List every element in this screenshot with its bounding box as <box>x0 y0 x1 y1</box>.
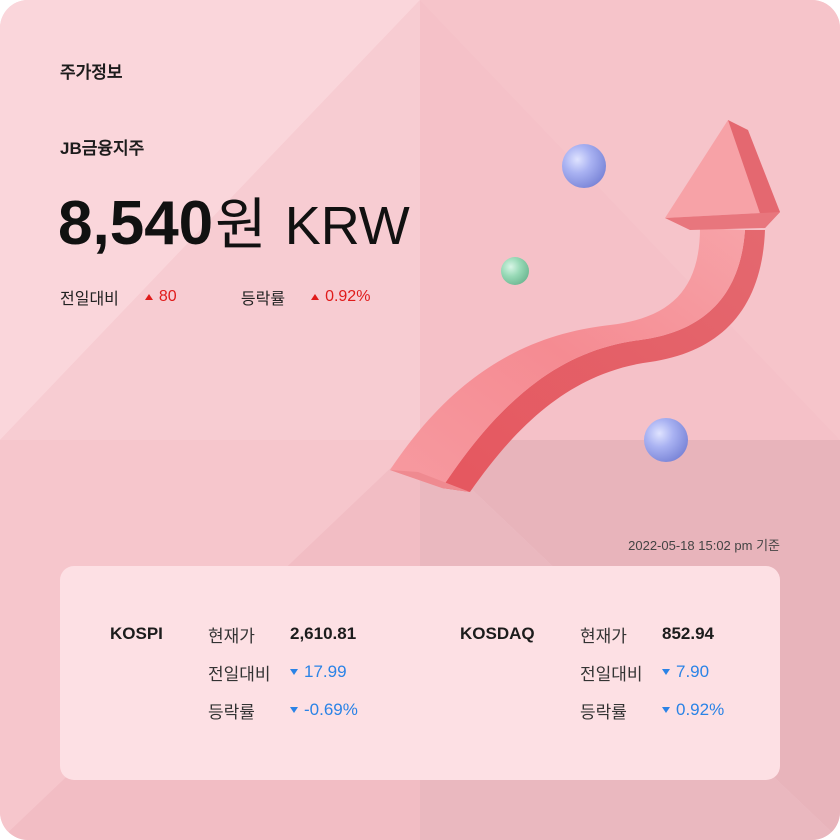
company-name: JB금융지주 <box>60 139 145 158</box>
row-label: 현재가 <box>580 626 627 646</box>
sphere-decoration <box>562 144 606 188</box>
price-currency: KRW <box>284 196 410 256</box>
row-value: 7.90 <box>662 662 709 682</box>
stock-price: 8,540 원 KRW <box>58 180 410 261</box>
row-value-text: 7.90 <box>676 662 710 681</box>
row-value: 0.92% <box>662 700 724 720</box>
rate-value: 0.92% <box>311 288 370 306</box>
index-name: KOSDAQ <box>460 624 535 643</box>
market-index-panel: KOSPI 현재가 2,610.81 전일대비 17.99 등락률 -0.69% <box>60 566 780 780</box>
row-value-text: -0.69% <box>304 700 358 719</box>
row-value-text: 0.92% <box>676 700 725 719</box>
timestamp: 2022-05-18 15:02 pm 기준 <box>628 538 780 553</box>
index-name: KOSPI <box>110 624 163 643</box>
row-value: 17.99 <box>290 662 347 682</box>
up-triangle-icon <box>311 294 320 300</box>
row-label: 전일대비 <box>208 664 271 684</box>
price-value: 8,540 <box>58 189 214 258</box>
change-value: 80 <box>144 288 215 306</box>
sphere-decoration <box>644 418 688 462</box>
row-value: 852.94 <box>662 624 714 643</box>
down-triangle-icon <box>290 707 298 713</box>
down-triangle-icon <box>662 669 670 675</box>
change-label: 전일대비 <box>60 291 119 308</box>
row-label: 전일대비 <box>580 664 643 684</box>
up-triangle-icon <box>144 294 153 300</box>
row-value-text: 17.99 <box>304 662 347 681</box>
row-label: 등락률 <box>208 702 255 722</box>
row-value: -0.69% <box>290 700 358 720</box>
row-label: 현재가 <box>208 626 255 646</box>
down-triangle-icon <box>290 669 298 675</box>
section-title: 주가정보 <box>60 63 123 82</box>
rate-value-text: 0.92% <box>325 288 371 305</box>
rate-label: 등락률 <box>240 291 286 308</box>
price-change-row: 전일대비 80 등락률 0.92% <box>60 285 370 309</box>
row-value: 2,610.81 <box>290 624 357 643</box>
change-value-text: 80 <box>158 288 177 305</box>
row-label: 등락률 <box>580 702 627 722</box>
down-triangle-icon <box>662 707 670 713</box>
stock-info-card: 주가정보 JB금융지주 8,540 원 KRW 전일대비 80 등락률 0.92… <box>0 0 840 840</box>
sphere-decoration <box>501 257 529 285</box>
price-unit: 원 <box>215 193 267 256</box>
